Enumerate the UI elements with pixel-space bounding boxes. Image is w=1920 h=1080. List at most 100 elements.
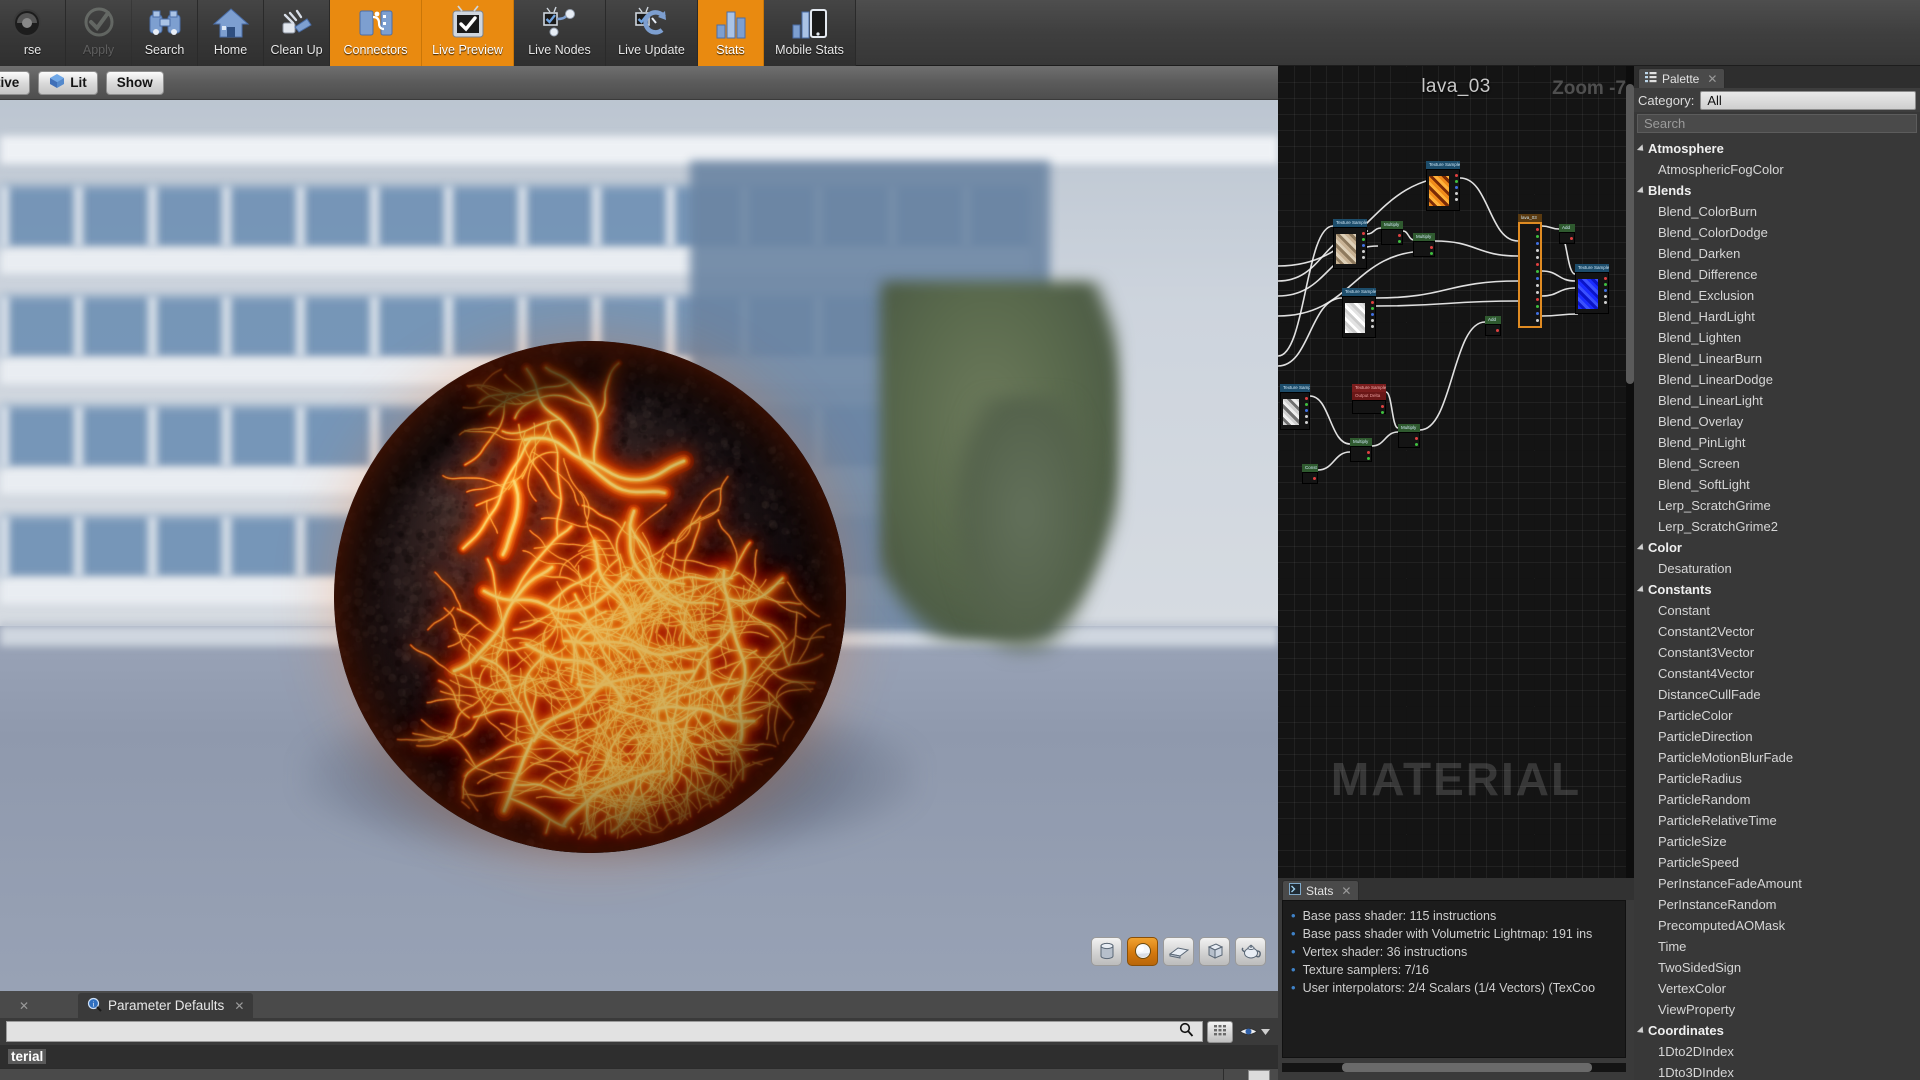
graph-node-pin[interactable] xyxy=(1535,270,1539,273)
graph-node-pin[interactable] xyxy=(1603,283,1607,286)
graph-node-pin[interactable] xyxy=(1535,242,1539,245)
toolbar-live-preview[interactable]: Live Preview xyxy=(422,0,514,66)
graph-node-pin[interactable] xyxy=(1304,403,1308,406)
primitive-teapot[interactable] xyxy=(1235,936,1266,966)
graph-node-pin[interactable] xyxy=(1304,421,1308,424)
graph-node-pin[interactable] xyxy=(1304,415,1308,418)
graph-node-const_g[interactable]: Const xyxy=(1302,464,1318,484)
graph-node-pin[interactable] xyxy=(1454,180,1458,183)
toolbar-browse[interactable]: rse xyxy=(0,0,66,66)
material-preview-viewport[interactable]: ective Lit Show xyxy=(0,66,1278,991)
graph-node-mul_c[interactable]: Multiply xyxy=(1350,438,1372,462)
graph-node-pin[interactable] xyxy=(1535,312,1539,315)
grid-view-icon[interactable] xyxy=(1207,1020,1233,1043)
graph-node-pin[interactable] xyxy=(1535,235,1539,238)
stats-tab[interactable]: Stats ✕ xyxy=(1282,880,1360,900)
lava-sphere-preview[interactable] xyxy=(334,341,846,853)
palette-category-coordinates[interactable]: Coordinates xyxy=(1636,1020,1920,1041)
toolbar-live-update[interactable]: Live Update xyxy=(606,0,698,66)
palette-item[interactable]: Time xyxy=(1637,936,1920,957)
palette-close-icon[interactable]: ✕ xyxy=(1707,72,1717,86)
palette-item[interactable]: VertexColor xyxy=(1637,978,1920,999)
palette-item[interactable]: TwoSidedSign xyxy=(1637,957,1920,978)
primitive-plane[interactable] xyxy=(1163,936,1194,966)
primitive-cube[interactable] xyxy=(1199,936,1230,966)
palette-item[interactable]: Blend_SoftLight xyxy=(1637,474,1920,495)
close-icon[interactable]: ✕ xyxy=(19,999,29,1013)
graph-node-pin[interactable] xyxy=(1429,246,1433,249)
graph-node-pin[interactable] xyxy=(1370,319,1374,322)
palette-item[interactable]: Blend_Lighten xyxy=(1637,327,1920,348)
graph-node-mul_d[interactable]: Multiply xyxy=(1398,424,1420,448)
graph-node-pin[interactable] xyxy=(1361,244,1365,247)
graph-node-pin[interactable] xyxy=(1535,298,1539,301)
viewport-show-button[interactable]: Show xyxy=(105,70,164,95)
palette-item[interactable]: Blend_Difference xyxy=(1637,264,1920,285)
palette-item[interactable]: Blend_Overlay xyxy=(1637,411,1920,432)
graph-node-pin[interactable] xyxy=(1304,397,1308,400)
graph-vertical-scrollbar[interactable] xyxy=(1626,66,1634,878)
graph-node-pin[interactable] xyxy=(1361,232,1365,235)
primitive-sphere[interactable] xyxy=(1127,936,1158,966)
graph-node-pin[interactable] xyxy=(1535,256,1539,259)
palette-category-atmosphere[interactable]: Atmosphere xyxy=(1636,138,1920,159)
eye-visibility-icon[interactable] xyxy=(1237,1023,1272,1041)
graph-node-pin[interactable] xyxy=(1535,291,1539,294)
stats-close-icon[interactable]: ✕ xyxy=(1341,884,1351,898)
toolbar-search[interactable]: Search xyxy=(132,0,198,66)
graph-node-pin[interactable] xyxy=(1603,277,1607,280)
material-node-graph[interactable]: Texture Sample Texture Sample Multiply Mult… xyxy=(1278,66,1634,878)
chevron-down-icon[interactable] xyxy=(1261,1023,1270,1041)
graph-node-pin[interactable] xyxy=(1414,443,1418,446)
palette-item[interactable]: Blend_LinearLight xyxy=(1637,390,1920,411)
toolbar-stats[interactable]: Stats xyxy=(698,0,764,66)
viewport-perspective-button[interactable]: ective xyxy=(0,70,31,95)
graph-node-pin[interactable] xyxy=(1366,451,1370,454)
palette-item[interactable]: ParticleSpeed xyxy=(1637,852,1920,873)
palette-item[interactable]: 1Dto2DIndex xyxy=(1637,1041,1920,1062)
graph-node-comment_red[interactable]: Texture Sample Output Delta xyxy=(1352,384,1386,414)
palette-item[interactable]: Lerp_ScratchGrime xyxy=(1637,495,1920,516)
graph-node-pin[interactable] xyxy=(1603,301,1607,304)
graph-node-pin[interactable] xyxy=(1535,319,1539,322)
stats-scrollbar-thumb[interactable] xyxy=(1342,1063,1592,1072)
palette-item[interactable]: PrecomputedAOMask xyxy=(1637,915,1920,936)
graph-node-pin[interactable] xyxy=(1370,307,1374,310)
graph-scrollbar-thumb[interactable] xyxy=(1626,84,1634,384)
graph-node-pin[interactable] xyxy=(1603,289,1607,292)
graph-node-pin[interactable] xyxy=(1312,477,1316,480)
palette-item[interactable]: AtmosphericFogColor xyxy=(1637,159,1920,180)
graph-node-pin[interactable] xyxy=(1535,249,1539,252)
palette-item[interactable]: ParticleRandom xyxy=(1637,789,1920,810)
graph-node-tex_rock[interactable]: Texture Sample xyxy=(1333,219,1367,269)
graph-node-pin[interactable] xyxy=(1361,238,1365,241)
graph-node-pin[interactable] xyxy=(1429,252,1433,255)
palette-item[interactable]: PerInstanceFadeAmount xyxy=(1637,873,1920,894)
graph-node-pin[interactable] xyxy=(1535,263,1539,266)
graph-node-pin[interactable] xyxy=(1535,284,1539,287)
palette-item[interactable]: ParticleDirection xyxy=(1637,726,1920,747)
graph-node-mul_a[interactable]: Multiply xyxy=(1381,221,1403,245)
viewport-lit-button[interactable]: Lit xyxy=(38,70,98,95)
palette-item[interactable]: 1Dto3DIndex xyxy=(1637,1062,1920,1080)
details-tab-unnamed[interactable]: ✕ xyxy=(0,993,78,1018)
graph-node-pin[interactable] xyxy=(1370,313,1374,316)
palette-item[interactable]: ParticleSize xyxy=(1637,831,1920,852)
palette-item[interactable]: Blend_PinLight xyxy=(1637,432,1920,453)
graph-node-pin[interactable] xyxy=(1535,305,1539,308)
graph-node-result[interactable]: lava_03 xyxy=(1518,214,1542,328)
palette-item[interactable]: Constant2Vector xyxy=(1637,621,1920,642)
details-footer-button[interactable] xyxy=(1248,1070,1270,1080)
graph-node-tex_blue[interactable]: Texture Sample xyxy=(1575,264,1609,314)
graph-node-pin[interactable] xyxy=(1370,325,1374,328)
graph-node-mul_b[interactable]: Multiply xyxy=(1413,233,1435,257)
details-tab-parameter-defaults[interactable]: i Parameter Defaults ✕ xyxy=(78,993,254,1018)
palette-item[interactable]: Blend_LinearDodge xyxy=(1637,369,1920,390)
palette-tab[interactable]: Palette ✕ xyxy=(1638,68,1726,88)
palette-item[interactable]: Blend_Screen xyxy=(1637,453,1920,474)
details-search-input[interactable] xyxy=(6,1021,1203,1042)
palette-item[interactable]: Constant4Vector xyxy=(1637,663,1920,684)
palette-category-constants[interactable]: Constants xyxy=(1636,579,1920,600)
palette-item[interactable]: PerInstanceRandom xyxy=(1637,894,1920,915)
toolbar-live-nodes[interactable]: Live Nodes xyxy=(514,0,606,66)
